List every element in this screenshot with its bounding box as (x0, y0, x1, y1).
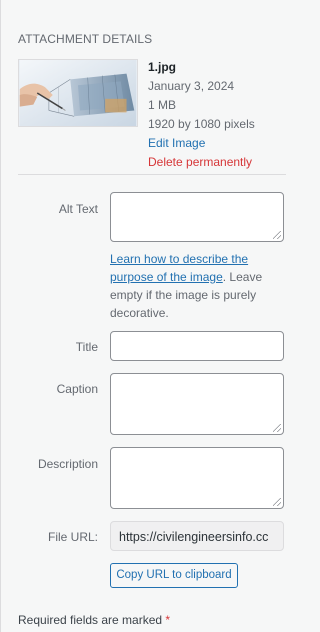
section-heading: ATTACHMENT DETAILS (18, 32, 153, 46)
copy-url-button[interactable]: Copy URL to clipboard (110, 563, 238, 588)
caption-label: Caption (56, 382, 98, 396)
image-dimensions: 1920 by 1080 pixels (148, 117, 255, 131)
delete-permanently-link[interactable]: Delete permanently (148, 153, 288, 172)
caption-textarea[interactable] (110, 373, 284, 435)
file-name: 1.jpg (148, 60, 177, 74)
thumbnail-image (19, 60, 137, 126)
upload-date: January 3, 2024 (148, 79, 235, 93)
title-input[interactable] (110, 331, 284, 361)
file-url-label: File URL: (47, 530, 98, 544)
edit-image-link[interactable]: Edit Image (148, 134, 288, 153)
description-textarea[interactable] (110, 447, 284, 509)
file-details: 1.jpg January 3, 2024 1 MB 1920 by 1080 … (148, 58, 288, 172)
description-label: Description (37, 457, 98, 471)
file-size: 1 MB (148, 98, 177, 112)
alt-text-textarea[interactable] (110, 192, 284, 242)
required-fields-note: Required fields are marked * (18, 613, 170, 627)
required-star: * (165, 613, 171, 627)
section-divider (18, 174, 286, 175)
title-label: Title (75, 340, 98, 354)
attachment-details-panel: ATTACHMENT DETAILS 1.jpg January 3, 2024… (0, 0, 298, 632)
file-url-field[interactable]: https://civilengineersinfo.cc (110, 521, 284, 551)
required-note-text: Required fields are marked (18, 613, 163, 627)
alt-text-label: Alt Text (58, 202, 98, 216)
alt-text-help: Learn how to describe the purpose of the… (110, 250, 286, 322)
attachment-thumbnail[interactable] (18, 59, 138, 127)
